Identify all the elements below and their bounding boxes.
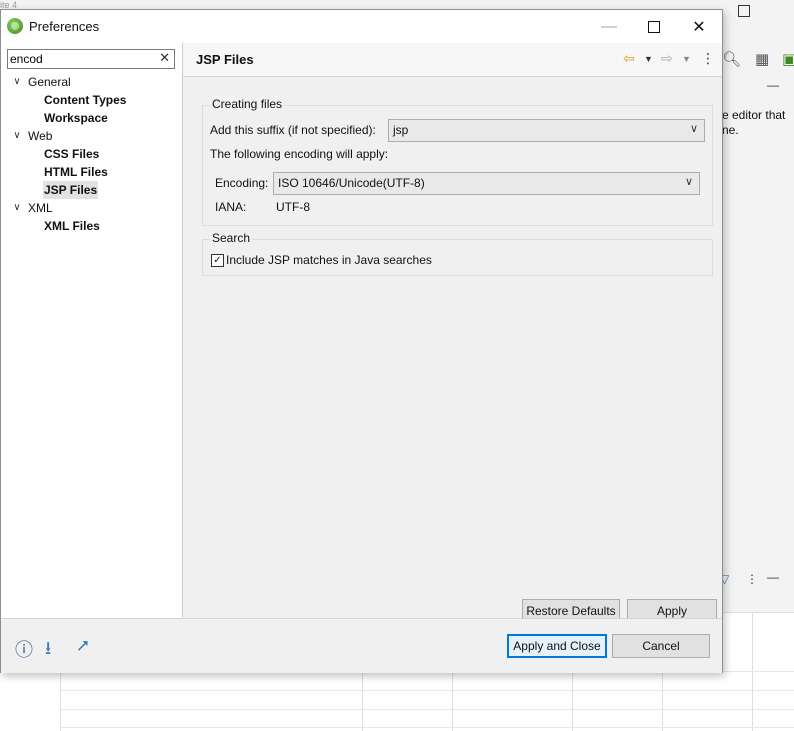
minimize-icon: —: [601, 17, 617, 35]
encoding-info-text: The following encoding will apply:: [210, 147, 389, 161]
encoding-combo[interactable]: ISO 10646/Unicode(UTF-8) ∨: [273, 172, 700, 195]
close-icon: ✕: [692, 18, 706, 36]
view-minimize-icon-2[interactable]: —: [767, 570, 779, 584]
cancel-button[interactable]: Cancel: [612, 634, 710, 658]
preference-navigation: ✕ ∨ General Content Types Workspace ∨ We…: [1, 43, 183, 618]
help-icon[interactable]: ⓘ: [15, 636, 33, 662]
chevron-down-icon[interactable]: ∨: [11, 127, 23, 145]
preferences-dialog: Preferences — ✕ ✕ ∨ General Content Type…: [0, 9, 723, 673]
suffix-combo[interactable]: jsp ∨: [388, 119, 705, 142]
view-minimize-icon[interactable]: —: [767, 78, 779, 92]
view-menu-icon[interactable]: ⋮: [701, 50, 715, 67]
iana-value: UTF-8: [276, 200, 310, 214]
encoding-value: ISO 10646/Unicode(UTF-8): [278, 176, 425, 190]
page-title: JSP Files: [196, 52, 254, 67]
perspective-icon[interactable]: ▣: [782, 50, 794, 68]
iana-label: IANA:: [215, 200, 247, 214]
export-icon[interactable]: ⭧: [77, 636, 89, 657]
maximize-button[interactable]: [631, 10, 677, 43]
creating-files-group: Creating files Add this suffix (if not s…: [202, 97, 713, 226]
back-arrow-icon[interactable]: ⇦: [623, 50, 635, 67]
chevron-down-icon: ∨: [684, 176, 693, 188]
tree-item-web[interactable]: ∨ Web: [1, 127, 182, 145]
import-icon[interactable]: ⭳: [45, 636, 51, 666]
tree-item-jsp-files[interactable]: JSP Files: [1, 181, 182, 199]
suffix-label: Add this suffix (if not specified):: [210, 123, 376, 137]
creating-files-title: Creating files: [210, 97, 285, 111]
preference-page: JSP Files ⇦ ▼ ⇨ ▼ ⋮ Creating files Add t…: [183, 43, 722, 623]
view-menu-icon[interactable]: ⋮: [746, 572, 758, 586]
tree-item-css-files[interactable]: CSS Files: [1, 145, 182, 163]
back-dropdown-icon[interactable]: ▼: [644, 54, 653, 64]
encoding-label: Encoding:: [215, 176, 269, 190]
background-view-text: e editor that ne.: [722, 108, 786, 137]
chevron-down-icon: ∨: [689, 123, 698, 135]
app-icon: [7, 18, 23, 34]
maximize-icon: [648, 20, 660, 33]
tree-item-xml[interactable]: ∨ XML: [1, 199, 182, 217]
page-header: JSP Files ⇦ ▼ ⇨ ▼ ⋮: [183, 43, 722, 77]
tree-item-xml-files[interactable]: XML Files: [1, 217, 182, 235]
forward-arrow-icon[interactable]: ⇨: [661, 50, 673, 67]
tree-item-general[interactable]: ∨ General: [1, 73, 182, 91]
minimize-button[interactable]: —: [586, 10, 632, 43]
search-icon[interactable]: 🔍︎: [722, 50, 741, 68]
chevron-down-icon[interactable]: ∨: [11, 73, 23, 91]
close-button[interactable]: ✕: [676, 10, 722, 43]
window-title: Preferences: [29, 19, 100, 34]
background-maximize-icon[interactable]: [738, 5, 750, 17]
preference-tree: ∨ General Content Types Workspace ∨ Web …: [1, 73, 182, 235]
filter-input[interactable]: [10, 51, 150, 67]
clear-filter-icon[interactable]: ✕: [159, 50, 170, 66]
include-jsp-label[interactable]: Include JSP matches in Java searches: [226, 253, 432, 267]
search-title: Search: [210, 231, 253, 245]
open-perspective-icon[interactable]: ▦: [755, 50, 769, 68]
include-jsp-checkbox[interactable]: ✓: [211, 254, 224, 267]
filter-field[interactable]: ✕: [7, 49, 175, 69]
search-group: Search ✓ Include JSP matches in Java sea…: [202, 231, 713, 276]
tree-item-workspace[interactable]: Workspace: [1, 109, 182, 127]
forward-dropdown-icon[interactable]: ▼: [682, 54, 691, 64]
suffix-value: jsp: [393, 123, 409, 137]
title-bar[interactable]: Preferences — ✕: [1, 10, 722, 43]
apply-and-close-button[interactable]: Apply and Close: [507, 634, 607, 658]
dialog-footer: ⓘ ⭳ ⭧ Apply and Close Cancel: [1, 618, 722, 673]
chevron-down-icon[interactable]: ∨: [11, 199, 23, 217]
tree-item-content-types[interactable]: Content Types: [1, 91, 182, 109]
tree-item-html-files[interactable]: HTML Files: [1, 163, 182, 181]
